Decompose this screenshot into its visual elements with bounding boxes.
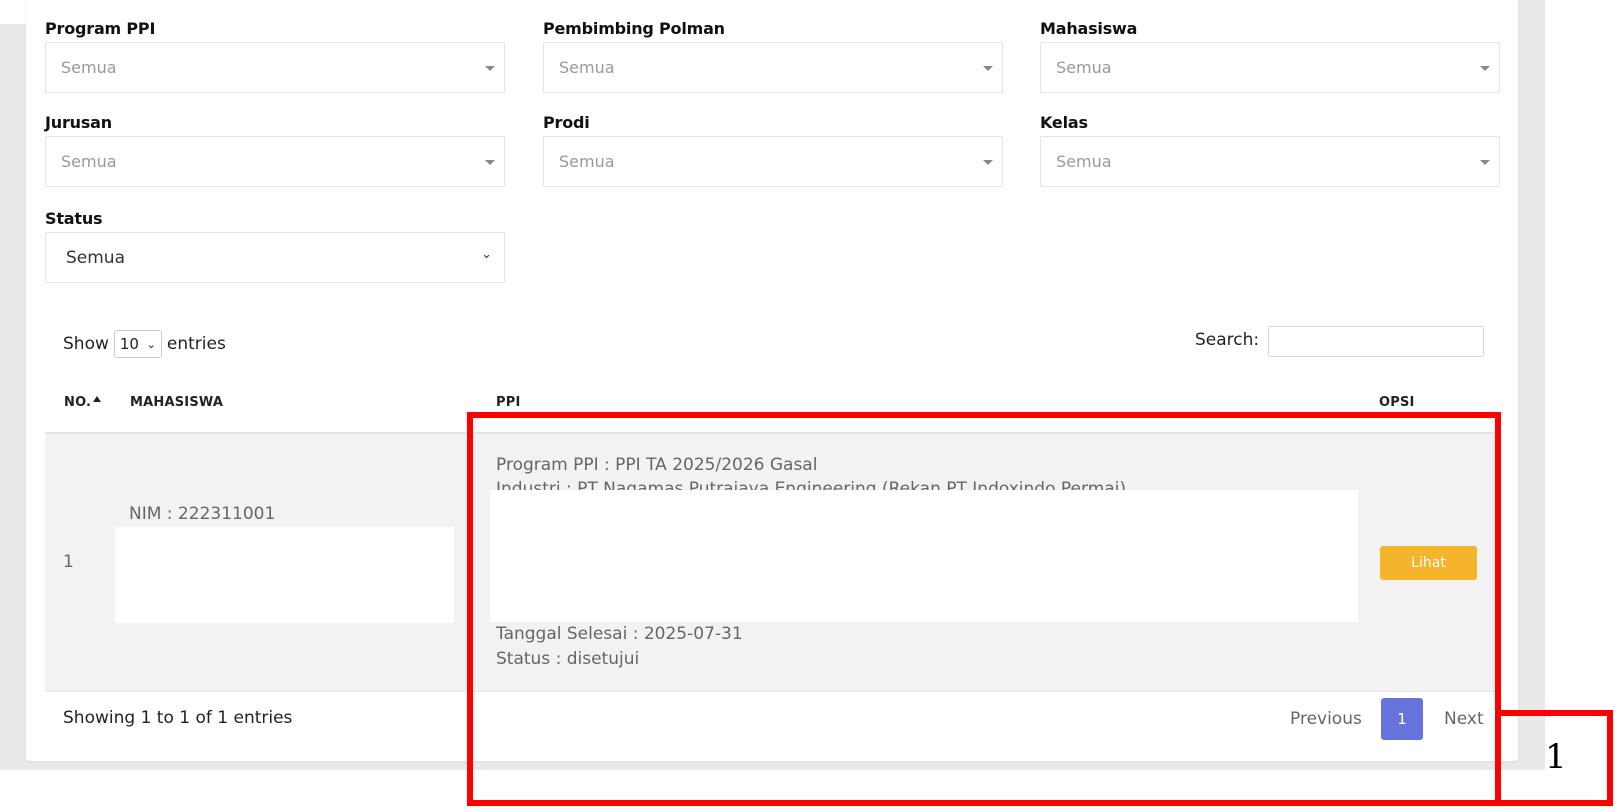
caret-down-icon: [983, 66, 993, 71]
status-select[interactable]: Semua ⌄: [45, 232, 505, 283]
entries-label: entries: [166, 334, 226, 354]
kelas-value: Semua: [1056, 152, 1112, 171]
caret-down-icon: [1480, 160, 1490, 165]
search-label: Search:: [1195, 330, 1260, 350]
column-header-opsi[interactable]: OPSI: [1379, 395, 1415, 410]
prodi-select[interactable]: Semua: [543, 136, 1003, 187]
kelas-select[interactable]: Semua: [1040, 136, 1500, 187]
jurusan-value: Semua: [61, 152, 117, 171]
highlight-box-main: [467, 412, 1501, 806]
mahasiswa-select[interactable]: Semua: [1040, 42, 1500, 93]
chevron-down-icon: ⌄: [146, 337, 156, 351]
entries-value: 10: [119, 335, 139, 353]
column-header-no-label: NO.: [64, 395, 92, 410]
sort-asc-icon: [93, 396, 102, 402]
status-value: Semua: [66, 248, 126, 268]
caret-down-icon: [983, 160, 993, 165]
program-ppi-value: Semua: [61, 58, 117, 77]
caret-down-icon: [485, 160, 495, 165]
highlight-label: 1: [1545, 737, 1567, 777]
pembimbing-polman-select[interactable]: Semua: [543, 42, 1003, 93]
filter-label-jurusan: Jurusan: [45, 113, 112, 132]
student-nim: NIM : 222311001: [129, 504, 276, 524]
column-header-ppi[interactable]: PPI: [496, 395, 521, 410]
caret-down-icon: [1480, 66, 1490, 71]
table-info: Showing 1 to 1 of 1 entries: [63, 708, 293, 728]
filter-label-prodi: Prodi: [543, 113, 590, 132]
program-ppi-select[interactable]: Semua: [45, 42, 505, 93]
caret-down-icon: [485, 66, 495, 71]
filter-label-pembimbing-polman: Pembimbing Polman: [543, 19, 725, 38]
row-number: 1: [63, 552, 74, 572]
pembimbing-polman-value: Semua: [559, 58, 615, 77]
show-label: Show: [63, 334, 109, 354]
column-header-mahasiswa[interactable]: MAHASISWA: [130, 395, 223, 410]
search-input[interactable]: [1268, 326, 1484, 357]
filter-label-program-ppi: Program PPI: [45, 19, 156, 38]
redacted-student-name: [115, 527, 454, 623]
chevron-down-icon: ⌄: [481, 247, 492, 262]
jurusan-select[interactable]: Semua: [45, 136, 505, 187]
entries-length-control: Show 10 ⌄ entries: [63, 330, 226, 358]
mahasiswa-value: Semua: [1056, 58, 1112, 77]
column-header-no[interactable]: NO.: [64, 395, 102, 410]
filter-label-kelas: Kelas: [1040, 113, 1088, 132]
entries-select[interactable]: 10 ⌄: [113, 330, 162, 358]
filter-label-mahasiswa: Mahasiswa: [1040, 19, 1138, 38]
prodi-value: Semua: [559, 152, 615, 171]
filter-label-status: Status: [45, 209, 103, 228]
